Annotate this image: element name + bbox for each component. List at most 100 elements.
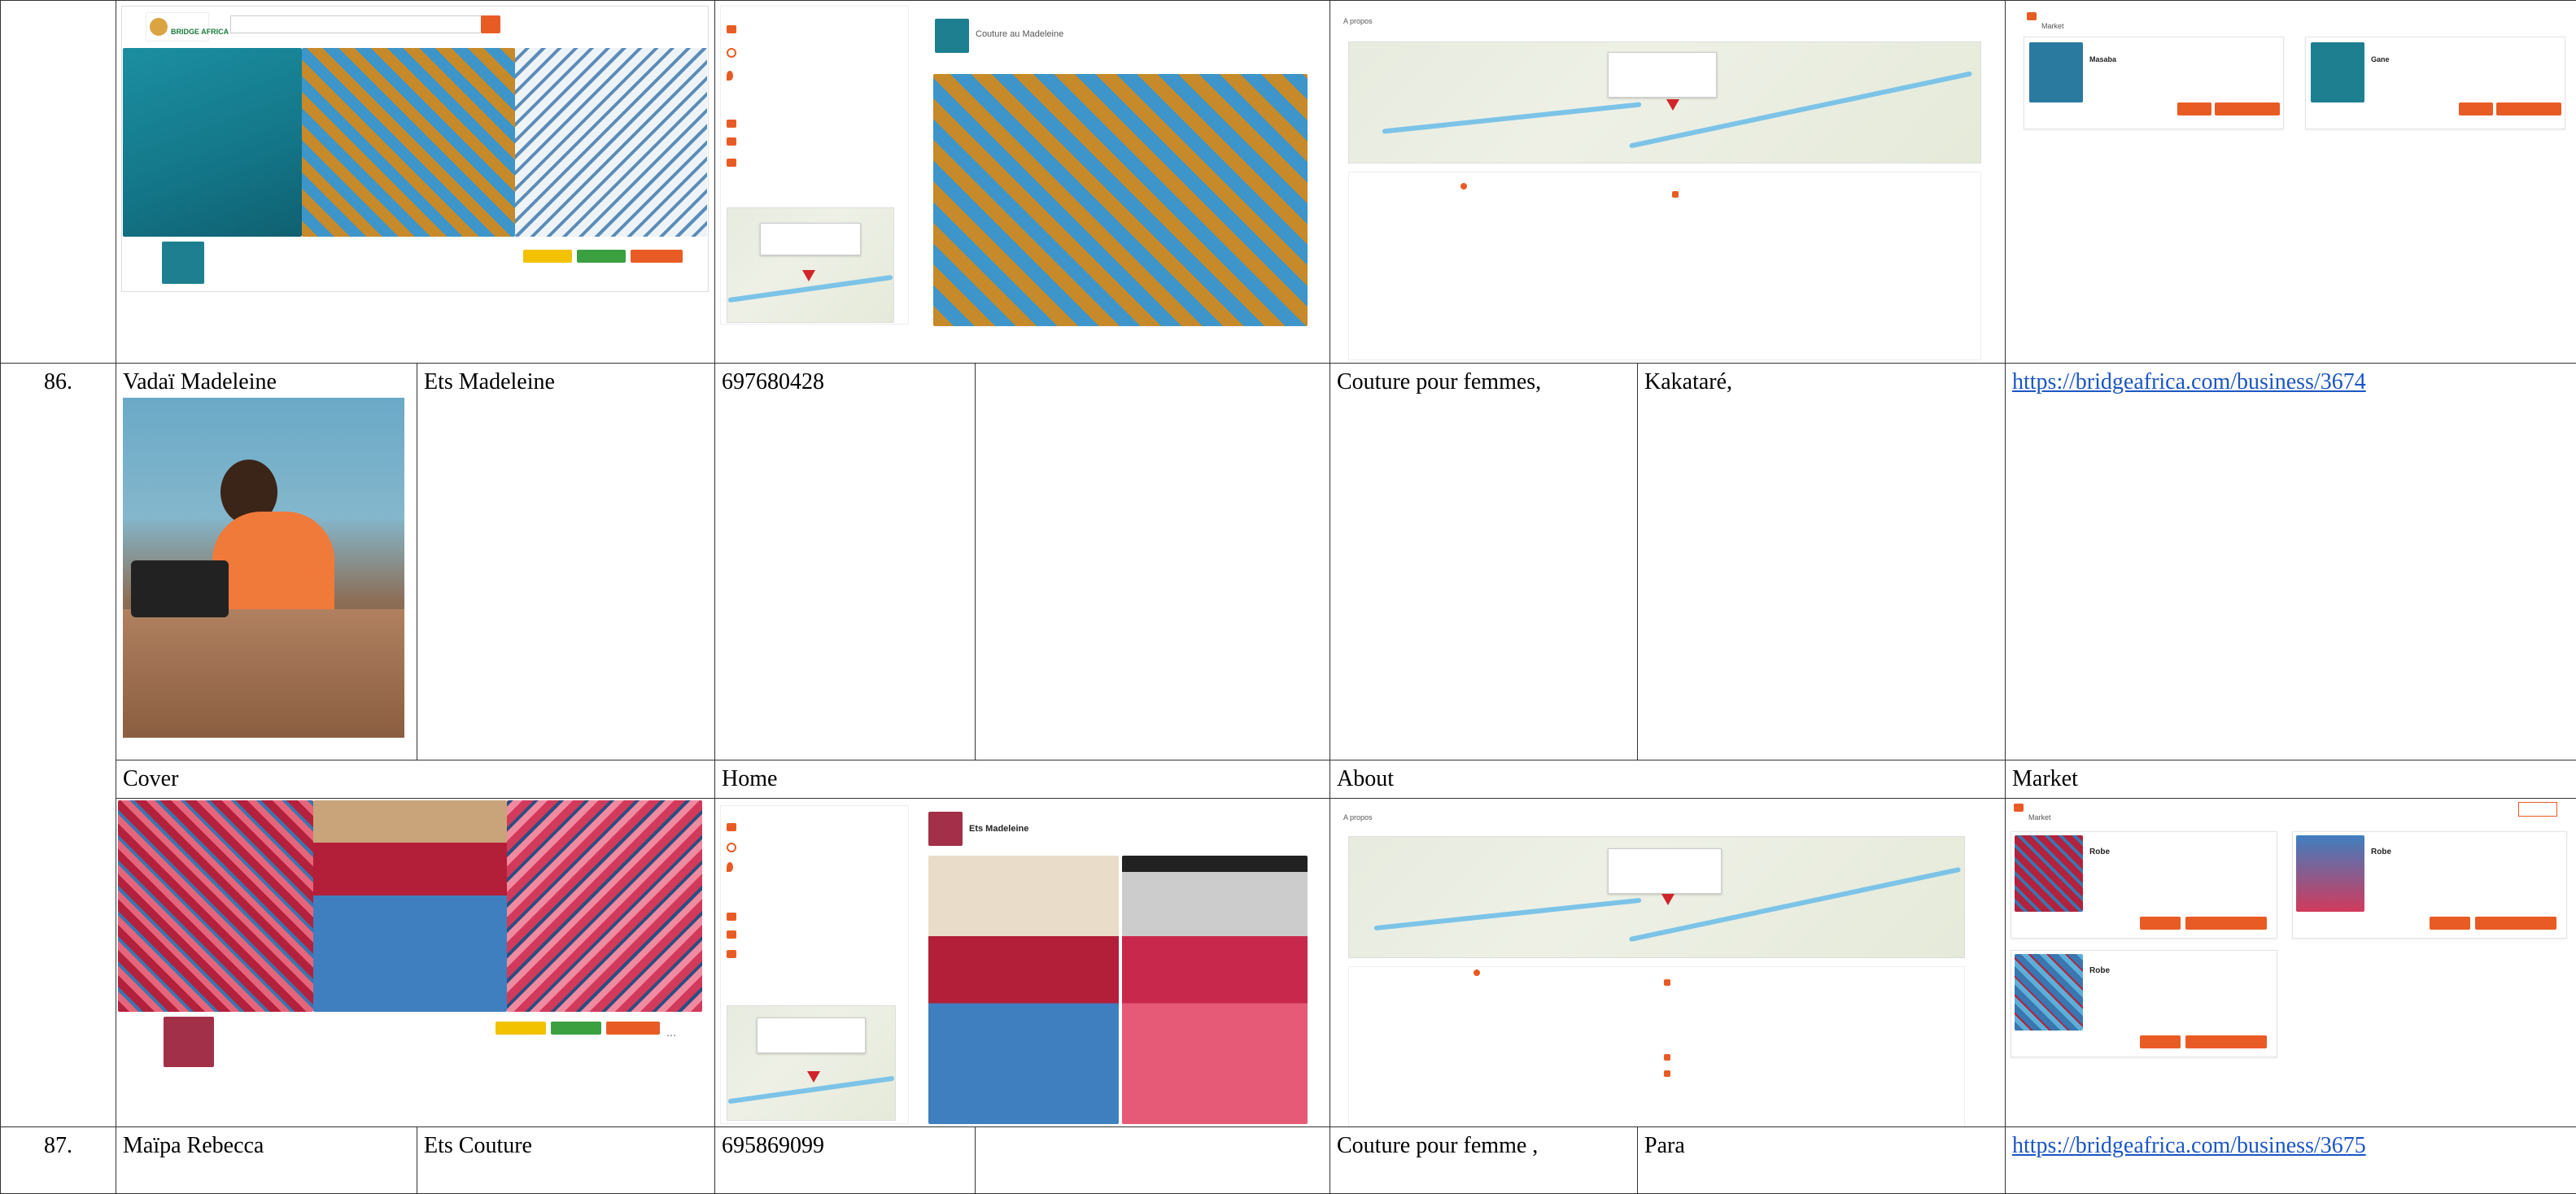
profile-thumbnail [164, 1017, 214, 1067]
cover-photo-1 [118, 800, 313, 1012]
product-card[interactable]: Robe [2292, 831, 2567, 939]
community-button[interactable] [606, 1022, 660, 1035]
about-label-cell: About [1330, 760, 2006, 799]
location-icon [727, 71, 733, 81]
cover-screenshot: ⋯ [116, 799, 715, 1127]
phone-cell: 695869099 [715, 1127, 976, 1194]
business-name: Ets Madeleine [417, 364, 714, 401]
location-cell: Para [1638, 1127, 2006, 1194]
product-button[interactable] [2459, 102, 2493, 115]
follow-button[interactable] [523, 250, 572, 263]
product-image [2029, 42, 2083, 102]
product-button[interactable] [2140, 917, 2181, 930]
product-card[interactable]: Gane [2305, 37, 2565, 129]
about-section-title: A propos [1343, 7, 1373, 35]
about-label: About [1330, 760, 2005, 798]
product-name: Masaba [2089, 46, 2116, 73]
location-cell: Kakataré, [1638, 364, 2006, 760]
entry-number: 86. [1, 364, 116, 401]
entry-87-row: 87. Maïpa Rebecca Ets Couture 695869099 … [1, 1127, 2576, 1194]
search-bar[interactable] [230, 15, 484, 33]
phone-number: 695869099 [715, 1127, 975, 1165]
location: Kakataré, [1638, 364, 2005, 401]
community-button[interactable] [631, 250, 683, 263]
cart-button[interactable] [2518, 802, 2557, 817]
cover-photo-2 [313, 800, 507, 1012]
home-label: Home [715, 760, 1329, 798]
product-image [2311, 42, 2364, 102]
home-avatar [935, 19, 969, 53]
email-icon [1664, 1070, 1670, 1077]
owner-photo [123, 398, 404, 738]
email-icon [727, 25, 736, 33]
blank-cell [976, 1127, 1330, 1194]
prev-about-screenshot: A propos [1330, 1, 2006, 364]
add-to-cart-button[interactable] [2185, 917, 2267, 930]
business-url-link[interactable]: https://bridgeafrica.com/business/3675 [2012, 1133, 2366, 1158]
phone-icon [727, 137, 736, 146]
prev-market-screenshot: Market Masaba Gane [2006, 1, 2576, 364]
home-post-photo-1 [928, 856, 1119, 1124]
more-options-icon[interactable]: ⋯ [666, 1022, 676, 1049]
activity-cell: Couture pour femme , [1330, 1127, 1638, 1194]
home-avatar [928, 812, 963, 846]
about-map [1348, 41, 1981, 163]
market-section-title: Market [2041, 12, 2064, 40]
home-mini-map [727, 1005, 896, 1121]
phone-icon [1664, 1054, 1670, 1061]
product-card[interactable]: Robe [2011, 950, 2277, 1057]
product-button[interactable] [2177, 102, 2211, 115]
cover-photo-2 [302, 48, 515, 237]
url-cell: https://bridgeafrica.com/business/3675 [2006, 1127, 2576, 1194]
market-icon [2027, 12, 2037, 20]
search-icon [727, 843, 736, 852]
about-screenshot: A propos [1330, 799, 2006, 1127]
prev-screenshots-row: BRIDGE AFRICA [1, 1, 2576, 364]
business-name: Ets Couture [417, 1127, 714, 1165]
market-screenshot: Market Robe Robe Robe [2006, 799, 2576, 1127]
follow-button[interactable] [496, 1022, 546, 1035]
market-label: Market [2006, 760, 2576, 798]
message-button[interactable] [551, 1022, 601, 1035]
screenshots-row: ⋯ Ets Madeleine [1, 799, 2576, 1127]
cover-label-cell: Cover [116, 760, 715, 799]
market-section-title: Market [2028, 804, 2051, 831]
user-icon [727, 120, 736, 128]
add-to-cart-button[interactable] [2185, 1035, 2267, 1048]
product-button[interactable] [2140, 1035, 2181, 1048]
phone-number: 697680428 [715, 364, 975, 401]
home-mini-map [727, 207, 894, 323]
market-icon [2014, 804, 2024, 812]
business-url-link[interactable]: https://bridgeafrica.com/business/3674 [2012, 369, 2366, 394]
phone-cell: 697680428 [715, 364, 976, 760]
add-to-cart-button[interactable] [2475, 917, 2556, 930]
market-label-cell: Market [2006, 760, 2576, 799]
search-icon [727, 48, 736, 58]
blank-cell [976, 364, 1330, 760]
product-card[interactable]: Masaba [2024, 37, 2284, 129]
entry-number-cell: 86. [1, 364, 116, 1127]
product-image [2015, 835, 2083, 912]
entry-number-cell: 87. [1, 1127, 116, 1194]
mail-icon [727, 950, 736, 958]
search-icon[interactable] [481, 15, 500, 33]
owner-name: Vadaï Madeleine [116, 364, 417, 398]
profile-thumbnail [162, 242, 204, 284]
add-to-cart-button[interactable] [2215, 102, 2280, 115]
product-card[interactable]: Robe [2011, 831, 2277, 939]
owner-cell: Vadaï Madeleine [116, 364, 417, 760]
activity: Couture pour femme , [1330, 1127, 1637, 1165]
add-to-cart-button[interactable] [2496, 102, 2561, 115]
location-icon [727, 862, 733, 872]
owner-name: Maïpa Rebecca [116, 1127, 417, 1165]
home-business-name: Couture au Madeleine [976, 20, 1063, 48]
message-button[interactable] [577, 250, 626, 263]
prev-number-cell [1, 1, 116, 364]
category-icon [1460, 183, 1467, 190]
business-cell: Ets Madeleine [417, 364, 715, 760]
home-post-photo [933, 74, 1308, 326]
category-icon [1474, 970, 1480, 976]
product-name: Gane [2371, 46, 2390, 73]
cover-photo-3 [507, 800, 702, 1012]
product-button[interactable] [2430, 917, 2470, 930]
